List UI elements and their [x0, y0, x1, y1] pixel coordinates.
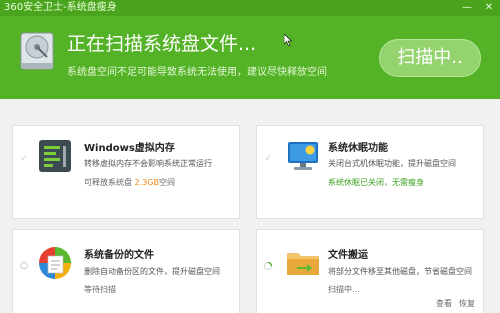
main-panel: ✓ Windows虚拟内存 转移虚拟内存不会影响系统正常运行 可释放系统盘 2.… [0, 99, 500, 313]
title-bar: 360安全卫士-系统盘瘦身 — ✕ [0, 0, 500, 16]
card-status-text: 等待扫描 [84, 285, 116, 294]
card-description: 将部分文件移至其他磁盘，节省磁盘空间 [328, 267, 472, 276]
scan-title: 正在扫描系统盘文件... [67, 33, 257, 55]
card-title: Windows虚拟内存 [84, 143, 175, 154]
card-hibernate[interactable]: ✓ 系统休眠功能 关闭台式机休眠功能，提升磁盘空间 系统休眠已关闭，无需瘦身 [256, 125, 484, 219]
virtual-memory-icon [39, 140, 71, 172]
view-link[interactable]: 查看 [436, 298, 452, 309]
card-title: 系统备份的文件 [84, 250, 154, 261]
check-icon: ✓ [264, 154, 272, 164]
hibernate-icon [288, 142, 318, 170]
card-status-text: 扫描中... [328, 285, 360, 294]
backup-files-icon [39, 247, 71, 279]
minimize-button[interactable]: — [456, 0, 478, 16]
card-status-text: 可释放系统盘 2.3GB空间 [84, 178, 175, 187]
card-title: 系统休眠功能 [328, 143, 388, 154]
check-icon: ✓ [20, 154, 28, 164]
mouse-cursor-icon [284, 34, 292, 46]
waiting-icon: ○ [20, 261, 28, 271]
header-banner: 360安全卫士-系统盘瘦身 — ✕ 正在扫描系统盘文件... 系统盘空间不足可能… [0, 0, 500, 99]
card-description: 转移虚拟内存不会影响系统正常运行 [84, 159, 212, 168]
card-virtual-memory[interactable]: ✓ Windows虚拟内存 转移虚拟内存不会影响系统正常运行 可释放系统盘 2.… [12, 125, 240, 219]
file-move-icon [287, 253, 319, 275]
card-status-text: 系统休眠已关闭，无需瘦身 [328, 178, 424, 187]
scan-button[interactable]: 扫描中.. [379, 39, 481, 77]
card-description: 关闭台式机休眠功能，提升磁盘空间 [328, 159, 456, 168]
window-title: 360安全卫士-系统盘瘦身 [4, 2, 117, 13]
card-description: 删除自动备份区的文件，提升磁盘空间 [84, 267, 220, 276]
card-system-backup[interactable]: ○ 系统备份的文件 删除自动备份区的文件，提升磁盘空间 等待扫描 [12, 229, 240, 313]
scan-subtitle: 系统盘空间不足可能导致系统无法使用，建议尽快释放空间 [67, 67, 327, 78]
spinner-icon [263, 261, 273, 271]
hard-disk-icon [20, 32, 54, 70]
card-title: 文件搬运 [328, 250, 368, 261]
window-controls: — ✕ [456, 0, 500, 16]
restore-link[interactable]: 恢复 [459, 298, 475, 309]
close-button[interactable]: ✕ [478, 0, 500, 16]
